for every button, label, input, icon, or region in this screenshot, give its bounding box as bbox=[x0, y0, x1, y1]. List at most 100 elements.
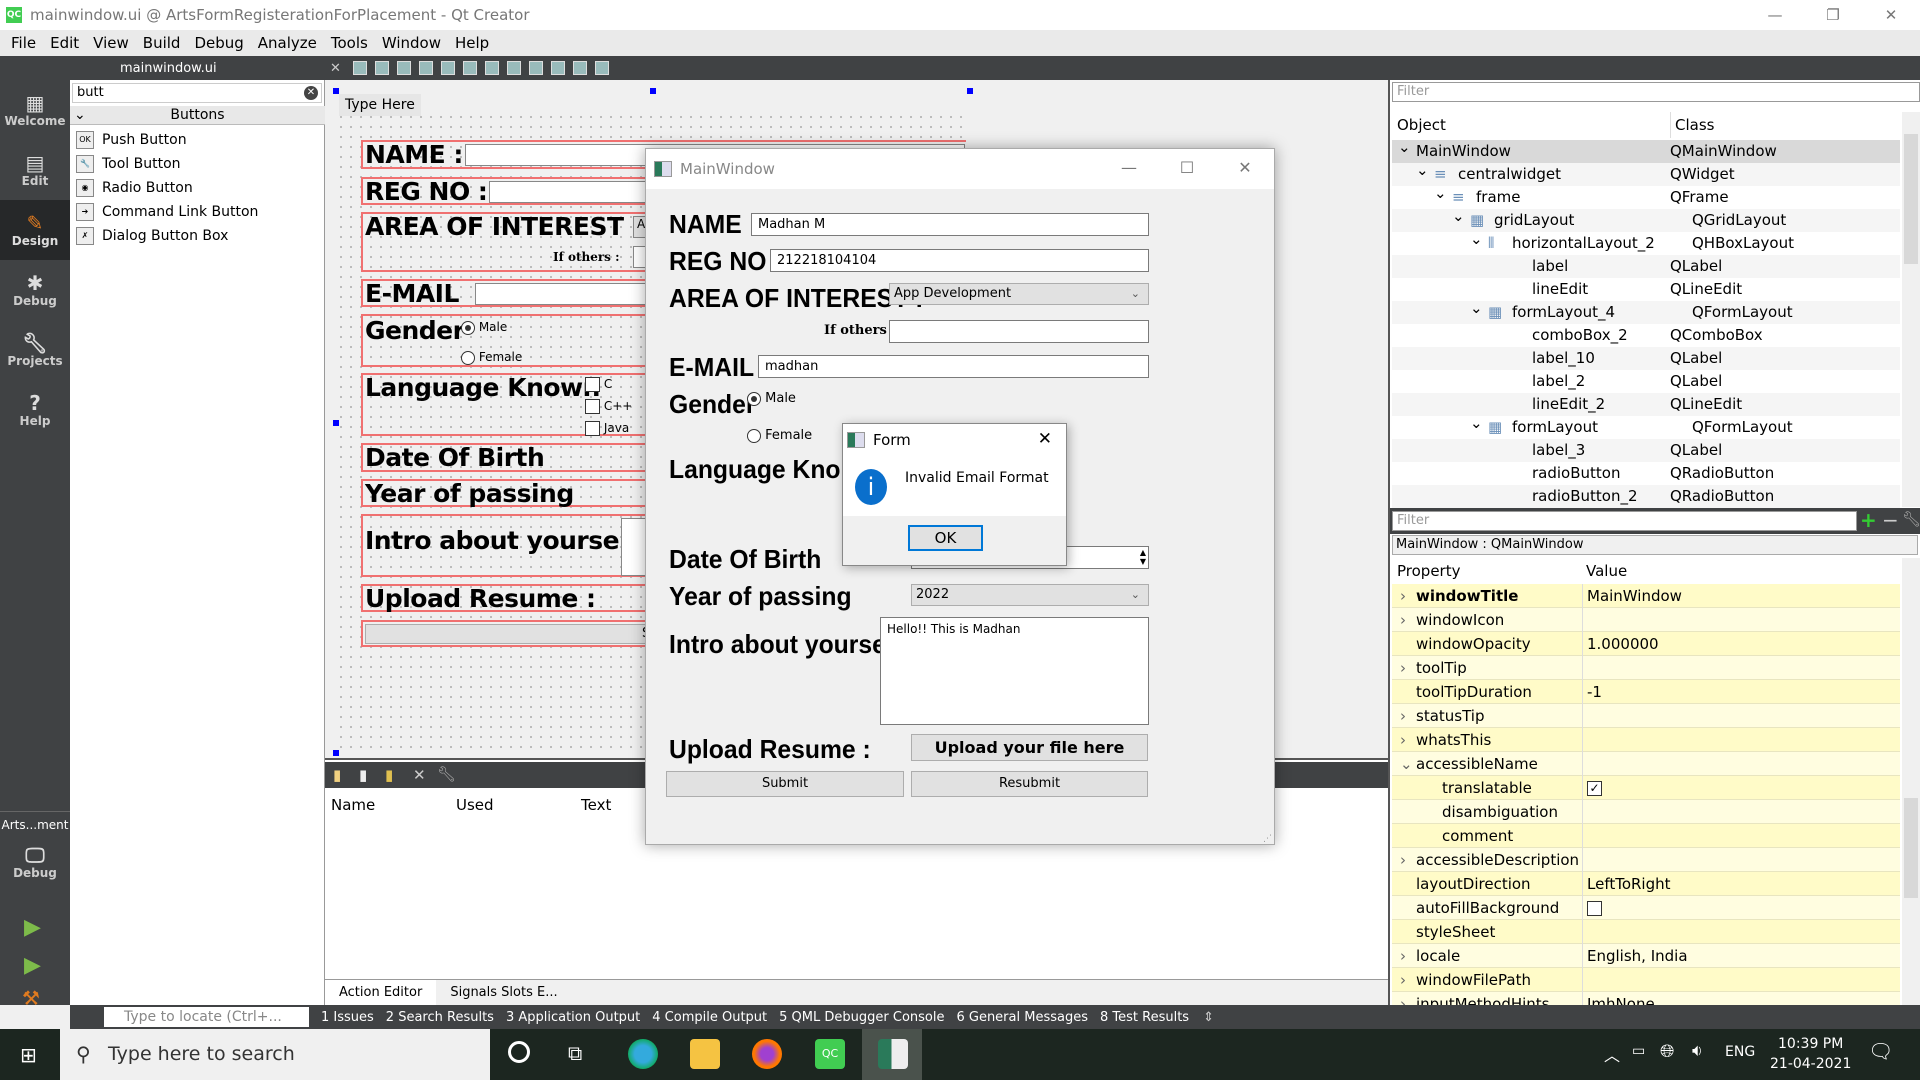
object-tree-row[interactable]: ⌄ MainWindow QMainWindow bbox=[1392, 138, 1900, 163]
chevron-right-icon[interactable]: › bbox=[1400, 584, 1406, 608]
property-row[interactable]: ⌄ accessibleName bbox=[1392, 752, 1900, 776]
category-buttons[interactable]: ⌄ Buttons bbox=[70, 106, 325, 125]
object-tree-row[interactable]: comboBox_2 QComboBox bbox=[1392, 324, 1900, 347]
chevron-right-icon[interactable]: › bbox=[1400, 992, 1406, 1005]
property-row[interactable]: windowOpacity 1.000000 bbox=[1392, 632, 1900, 656]
debug-run-button[interactable]: ▶ bbox=[24, 953, 41, 978]
chevron-down-icon[interactable]: ⌄ bbox=[1434, 182, 1447, 205]
property-value[interactable]: ✓ bbox=[1582, 776, 1900, 800]
object-tree-row[interactable]: ⌄ ▦ gridLayout QGridLayout bbox=[1392, 207, 1900, 232]
layout-h-splitter-icon[interactable] bbox=[484, 61, 499, 75]
qt-creator-taskbar-icon[interactable]: QC bbox=[815, 1039, 845, 1069]
mode-help[interactable]: ? Help bbox=[0, 380, 70, 440]
mode-projects[interactable]: 🔧︎ Projects bbox=[0, 320, 70, 380]
close-button[interactable]: ✕ bbox=[1038, 429, 1052, 449]
spin-arrows-icon[interactable]: ▲ ▼ bbox=[1140, 548, 1146, 566]
resize-handle[interactable] bbox=[967, 88, 973, 94]
taskbar-search[interactable]: ⚲ Type here to search bbox=[60, 1029, 490, 1080]
configure-wrench-icon[interactable]: 🔧︎ bbox=[437, 765, 456, 783]
output-tab[interactable]: 3 Application Output bbox=[506, 1010, 640, 1025]
java-checkbox[interactable]: Java bbox=[585, 421, 629, 436]
chevron-down-icon[interactable]: ⌄ bbox=[1470, 228, 1483, 251]
edit-widgets-icon[interactable] bbox=[352, 61, 367, 75]
configure-wrench-icon[interactable]: 🔧︎ bbox=[1902, 510, 1920, 528]
ok-button[interactable]: OK bbox=[908, 525, 983, 551]
object-tree-row[interactable]: lineEdit_2 QLineEdit bbox=[1392, 393, 1900, 416]
new-action-icon[interactable]: ▮ bbox=[333, 766, 341, 784]
male-radio[interactable]: Male bbox=[747, 391, 796, 406]
property-row[interactable]: comment bbox=[1392, 824, 1900, 848]
property-row[interactable]: › locale English, India bbox=[1392, 944, 1900, 968]
chevron-down-icon[interactable]: ⌄ bbox=[1470, 412, 1483, 435]
column-name[interactable]: Name bbox=[331, 796, 456, 814]
chevron-right-icon[interactable]: › bbox=[1400, 704, 1406, 728]
property-value[interactable]: ImhNone bbox=[1582, 992, 1900, 1005]
mode-design[interactable]: ✎ Design bbox=[0, 200, 70, 260]
property-editor-scrollbar[interactable] bbox=[1902, 558, 1920, 1005]
email-input[interactable]: madhan bbox=[758, 355, 1149, 378]
edit-signals-icon[interactable] bbox=[374, 61, 389, 75]
object-tree-row[interactable]: label_3 QLabel bbox=[1392, 439, 1900, 462]
widget-item-command-link-button[interactable]: ➔ Command Link Button bbox=[76, 200, 258, 224]
object-inspector-scrollbar[interactable] bbox=[1902, 112, 1920, 507]
property-value[interactable] bbox=[1582, 656, 1900, 680]
add-property-icon[interactable]: + bbox=[1860, 508, 1877, 532]
property-value[interactable] bbox=[1582, 968, 1900, 992]
layout-form-icon[interactable] bbox=[528, 61, 543, 75]
property-row[interactable]: autoFillBackground bbox=[1392, 896, 1900, 920]
object-tree-row[interactable]: ⌄ ▦ formLayout_4 QFormLayout bbox=[1392, 299, 1900, 324]
mainwindow-taskbar-button[interactable] bbox=[862, 1029, 922, 1080]
close-document-icon[interactable]: ✕ bbox=[330, 61, 341, 76]
property-row[interactable]: › statusTip bbox=[1392, 704, 1900, 728]
pane-selector-arrows-icon[interactable]: ⇕ bbox=[1203, 1010, 1214, 1025]
menu-tools[interactable]: Tools bbox=[324, 34, 375, 52]
remove-property-icon[interactable]: − bbox=[1882, 508, 1899, 532]
female-radio[interactable]: Female bbox=[747, 428, 812, 443]
mode-debug[interactable]: ✱ Debug bbox=[0, 260, 70, 320]
menu-edit[interactable]: Edit bbox=[43, 34, 86, 52]
tab-signals-slots[interactable]: Signals Slots E... bbox=[436, 980, 571, 1005]
menu-view[interactable]: View bbox=[86, 34, 136, 52]
object-tree-row[interactable]: ⌄ ≡ centralwidget QWidget bbox=[1392, 161, 1900, 186]
paste-action-icon[interactable]: ▮ bbox=[385, 766, 393, 784]
submit-button[interactable]: Submit bbox=[666, 771, 904, 797]
property-value[interactable]: -1 bbox=[1582, 680, 1900, 704]
clock[interactable]: 10:39 PM 21-04-2021 bbox=[1770, 1034, 1851, 1074]
object-tree-row[interactable]: label QLabel bbox=[1392, 255, 1900, 278]
property-value[interactable] bbox=[1582, 848, 1900, 872]
reg-input[interactable]: 212218104104 bbox=[770, 249, 1149, 272]
output-tab[interactable]: 6 General Messages bbox=[956, 1010, 1088, 1025]
minimize-button[interactable]: — bbox=[1746, 0, 1804, 30]
widget-item-dialog-button-box[interactable]: ✗ Dialog Button Box bbox=[76, 224, 228, 248]
property-row[interactable]: styleSheet bbox=[1392, 920, 1900, 944]
property-value[interactable]: MainWindow bbox=[1582, 584, 1900, 608]
network-globe-icon[interactable]: 🌐︎ bbox=[1660, 1041, 1674, 1062]
minimize-button[interactable]: — bbox=[1100, 149, 1158, 187]
chevron-down-icon[interactable]: ⌄ bbox=[1400, 752, 1413, 776]
property-value[interactable]: English, India bbox=[1582, 944, 1900, 968]
year-combo[interactable]: 2022 ⌄ bbox=[911, 584, 1149, 606]
notifications-icon[interactable]: 🗨︎ bbox=[1868, 1039, 1893, 1063]
edge-icon[interactable] bbox=[628, 1039, 658, 1069]
delete-action-icon[interactable]: ✕ bbox=[413, 766, 426, 784]
property-value[interactable]: LeftToRight bbox=[1582, 872, 1900, 896]
property-value[interactable] bbox=[1582, 608, 1900, 632]
layout-grid-icon[interactable] bbox=[550, 61, 565, 75]
property-value[interactable] bbox=[1582, 800, 1900, 824]
object-tree-row[interactable]: ⌄ ▦ formLayout QFormLayout bbox=[1392, 414, 1900, 439]
menu-file[interactable]: File bbox=[4, 34, 43, 52]
name-input[interactable]: Madhan M bbox=[751, 213, 1149, 236]
tab-action-editor[interactable]: Action Editor bbox=[325, 980, 437, 1005]
resize-handle[interactable] bbox=[650, 88, 656, 94]
locator-input[interactable]: Type to locate (Ctrl+... bbox=[104, 1007, 309, 1027]
layout-horizontal-icon[interactable] bbox=[440, 61, 455, 75]
task-view-icon[interactable]: ⧉ bbox=[568, 1041, 582, 1065]
edit-buddies-icon[interactable] bbox=[396, 61, 411, 75]
area-combo[interactable]: App Development ⌄ bbox=[889, 283, 1149, 305]
c-checkbox[interactable]: C bbox=[585, 377, 612, 392]
layout-vertical-icon[interactable] bbox=[462, 61, 477, 75]
object-tree-row[interactable]: radioButton QRadioButton bbox=[1392, 462, 1900, 485]
size-grip-icon[interactable]: ⋰ bbox=[1263, 834, 1272, 844]
output-tab[interactable]: 4 Compile Output bbox=[652, 1010, 767, 1025]
open-file-selector[interactable]: mainwindow.ui bbox=[120, 61, 330, 76]
